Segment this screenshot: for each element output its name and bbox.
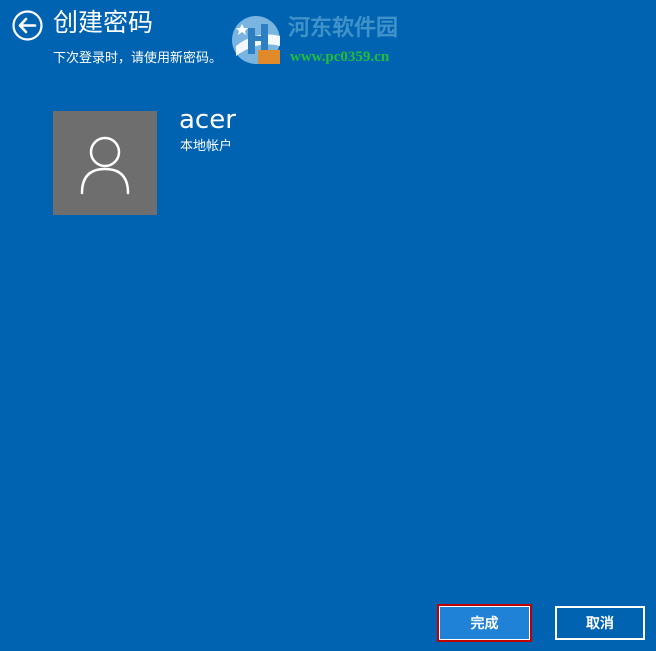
page-subtitle: 下次登录时，请使用新密码。 [53,51,223,66]
account-type: 本地帐户 [180,139,233,154]
user-icon [80,136,130,195]
user-name: acer [179,105,236,135]
page-title: 创建密码 [53,8,154,37]
watermark-logo-icon [232,16,280,64]
watermark-url: www.pc0359.cn [290,49,390,65]
watermark-name: 河东软件园 [288,15,399,41]
finish-button[interactable]: 完成 [439,606,530,640]
watermark: 河东软件园 www.pc0359.cn [228,10,428,70]
cancel-button[interactable]: 取消 [555,606,645,640]
back-button[interactable] [12,10,43,41]
back-arrow-icon [12,10,43,41]
avatar [53,111,157,215]
